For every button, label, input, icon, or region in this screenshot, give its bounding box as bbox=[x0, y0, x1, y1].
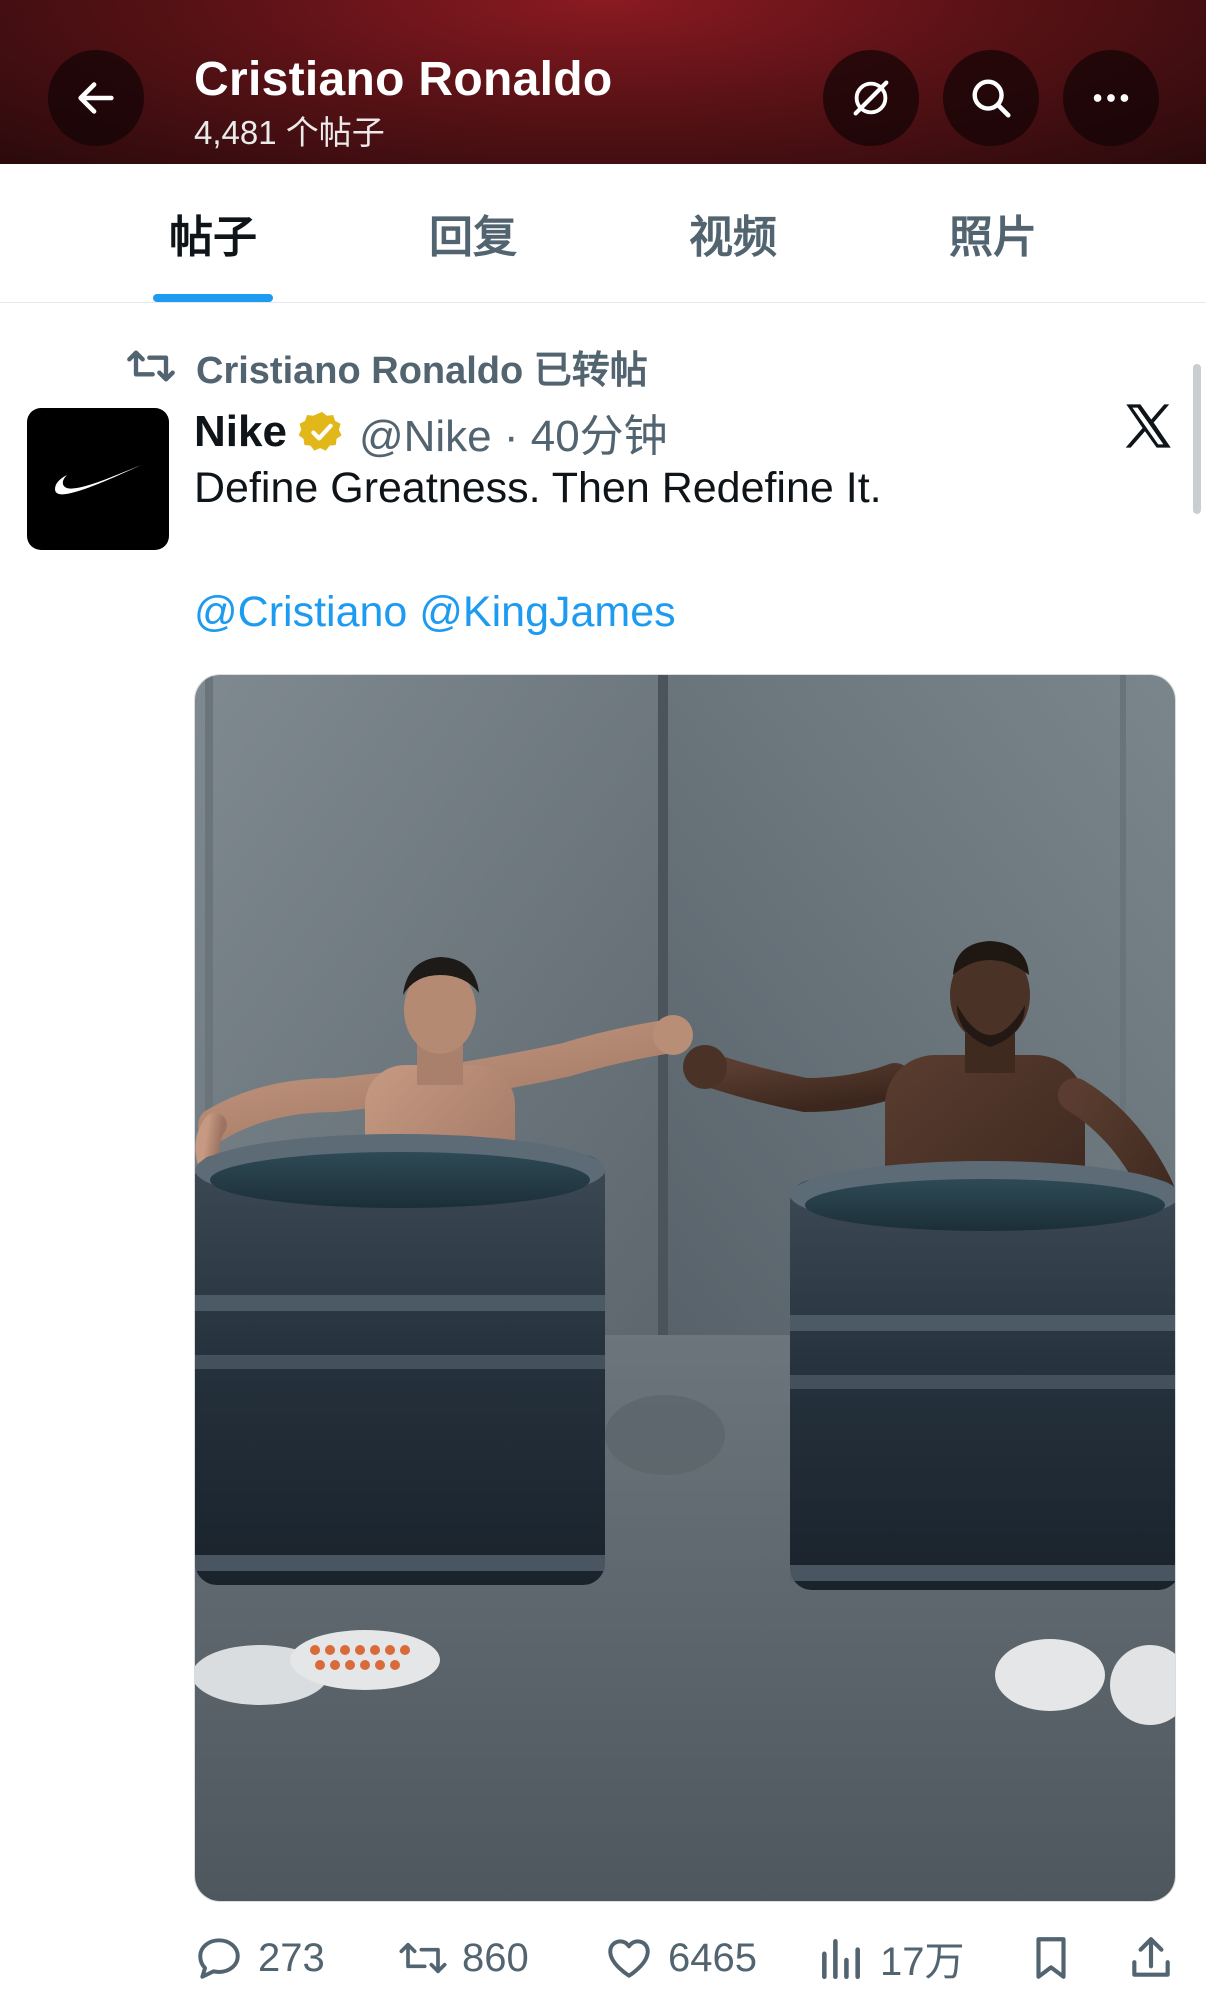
views-chart-icon bbox=[822, 1939, 860, 1980]
profile-title: Cristiano Ronaldo bbox=[194, 53, 613, 106]
reply-icon bbox=[198, 1938, 240, 1979]
view-count: 17万 bbox=[880, 1940, 965, 1984]
repost-count: 860 bbox=[462, 1935, 529, 1980]
post-text: Define Greatness. Then Redefine It. bbox=[194, 464, 882, 512]
repost-label: Cristiano Ronaldo 已转帖 bbox=[196, 349, 648, 392]
repost-icon bbox=[399, 1942, 447, 1974]
ice-bath-photo bbox=[195, 675, 1175, 1901]
like-button[interactable]: 6465 bbox=[604, 1928, 757, 1988]
back-arrow-icon bbox=[78, 82, 114, 114]
search-button[interactable] bbox=[943, 50, 1039, 146]
grok-button[interactable] bbox=[823, 50, 919, 146]
search-icon bbox=[972, 79, 1011, 118]
post-author-row: Nike @Nike · 40分钟 bbox=[194, 402, 668, 462]
reply-count: 273 bbox=[258, 1935, 325, 1980]
x-logo-icon bbox=[1125, 404, 1171, 448]
verified-badge-icon bbox=[298, 411, 342, 451]
bookmark-icon bbox=[1036, 1937, 1066, 1979]
nike-swoosh-icon bbox=[55, 465, 141, 495]
author-handle-time[interactable]: @Nike · 40分钟 bbox=[359, 400, 668, 464]
mention-cristiano[interactable]: @Cristiano bbox=[194, 588, 407, 636]
post-actions: 273 860 6465 17万 bbox=[194, 1928, 1184, 1988]
active-tab-indicator bbox=[153, 294, 273, 302]
more-icon bbox=[1093, 94, 1129, 102]
back-button[interactable] bbox=[48, 50, 144, 146]
repost-indicator[interactable]: Cristiano Ronaldo 已转帖 bbox=[126, 338, 648, 394]
share-icon bbox=[1132, 1937, 1170, 1977]
post-count: 4,481 个帖子 bbox=[194, 114, 385, 151]
avatar[interactable] bbox=[27, 408, 169, 550]
tab-videos[interactable]: 视频 bbox=[603, 164, 863, 302]
bookmark-button[interactable] bbox=[1026, 1928, 1090, 1988]
share-button[interactable] bbox=[1126, 1928, 1190, 1988]
tab-posts[interactable]: 帖子 bbox=[83, 164, 343, 302]
grok-icon bbox=[853, 80, 889, 116]
author-name[interactable]: Nike bbox=[194, 407, 287, 457]
reply-button[interactable]: 273 bbox=[194, 1928, 325, 1988]
tab-replies[interactable]: 回复 bbox=[343, 164, 603, 302]
post-mentions: @Cristiano @KingJames bbox=[194, 588, 676, 637]
post-image[interactable] bbox=[194, 674, 1176, 1902]
profile-tabs: 帖子 回复 视频 照片 bbox=[0, 164, 1206, 303]
more-button[interactable] bbox=[1063, 50, 1159, 146]
mention-kingjames[interactable]: @KingJames bbox=[419, 588, 675, 636]
repost-icon bbox=[127, 350, 175, 382]
scrollbar[interactable] bbox=[1193, 364, 1201, 514]
tab-photos[interactable]: 照片 bbox=[863, 164, 1123, 302]
profile-header: Cristiano Ronaldo 4,481 个帖子 bbox=[0, 0, 1206, 164]
views-button[interactable]: 17万 bbox=[816, 1928, 965, 1988]
heart-icon bbox=[608, 1939, 650, 1978]
like-count: 6465 bbox=[668, 1935, 757, 1980]
repost-button[interactable]: 860 bbox=[398, 1928, 529, 1988]
